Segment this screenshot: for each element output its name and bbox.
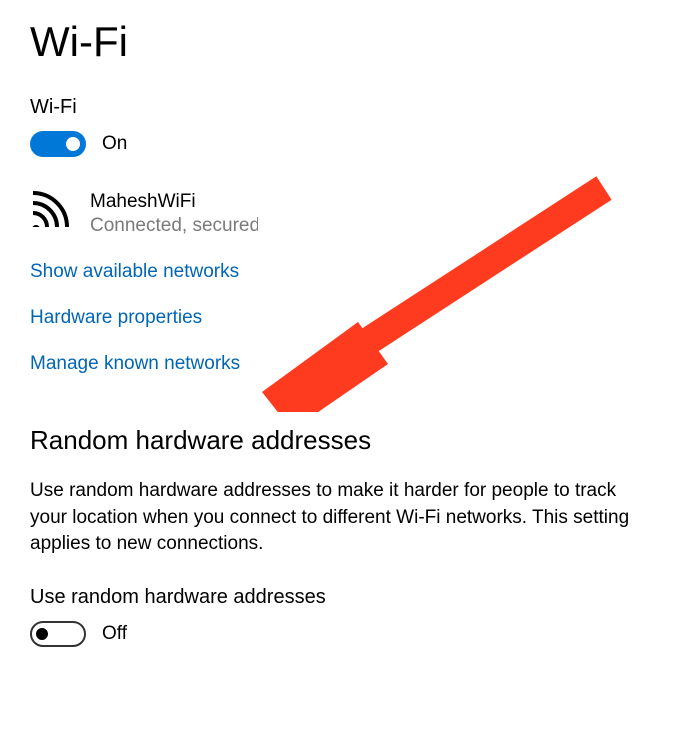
- random-hw-toggle-label: Use random hardware addresses: [30, 586, 650, 609]
- random-hw-heading: Random hardware addresses: [30, 425, 650, 456]
- manage-known-networks-link[interactable]: Manage known networks: [30, 353, 650, 375]
- wifi-toggle-row: On: [30, 131, 650, 157]
- network-name: MaheshWiFi: [90, 191, 260, 213]
- toggle-knob: [66, 137, 80, 151]
- wifi-toggle-state: On: [102, 133, 127, 155]
- network-status: Connected, secured: [90, 215, 260, 237]
- page-title: Wi-Fi: [30, 0, 650, 66]
- wifi-section-label: Wi-Fi: [30, 96, 650, 119]
- random-hw-toggle[interactable]: [30, 621, 86, 647]
- toggle-knob: [36, 628, 48, 640]
- random-hw-toggle-state: Off: [102, 623, 127, 645]
- show-available-networks-link[interactable]: Show available networks: [30, 261, 650, 283]
- network-info: MaheshWiFi Connected, secured: [90, 191, 260, 237]
- random-hw-description: Use random hardware addresses to make it…: [30, 478, 640, 558]
- random-hw-toggle-row: Off: [30, 621, 650, 647]
- connected-network-row[interactable]: MaheshWiFi Connected, secured: [30, 191, 650, 237]
- hardware-properties-link[interactable]: Hardware properties: [30, 307, 650, 329]
- wifi-toggle[interactable]: [30, 131, 86, 157]
- wifi-signal-icon: [30, 191, 72, 232]
